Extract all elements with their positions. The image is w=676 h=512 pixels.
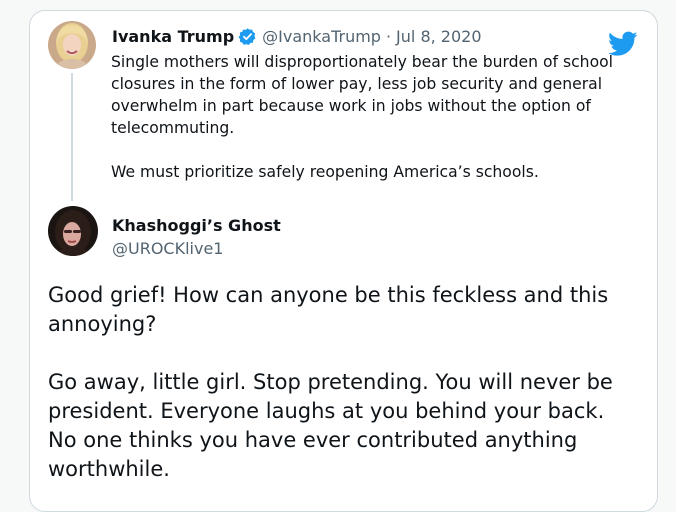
quoted-paragraph-1: Single mothers will disproportionately b… [111, 53, 613, 137]
quoted-tweet-text: Single mothers will disproportionately b… [111, 51, 631, 183]
reply-author-name-row: Khashoggi’s Ghost [112, 216, 281, 235]
reply-paragraph-1: Good grief! How can anyone be this feckl… [48, 283, 609, 336]
quoted-author-name[interactable]: Ivanka Trump [112, 27, 234, 46]
quoted-author-avatar[interactable] [48, 21, 96, 69]
quoted-author-handle[interactable]: @IvankaTrump [262, 27, 381, 46]
quoted-author-row: Ivanka Trump @IvankaTrump · Jul 8, 2020 [112, 27, 482, 46]
reply-author-avatar[interactable] [48, 206, 98, 256]
quoted-paragraph-2: We must prioritize safely reopening Amer… [111, 163, 539, 181]
reply-tweet-text: Good grief! How can anyone be this feckl… [48, 281, 638, 484]
reply-author-name[interactable]: Khashoggi’s Ghost [112, 216, 281, 235]
quoted-tweet-date[interactable]: Jul 8, 2020 [396, 27, 481, 46]
tweet-card[interactable]: Ivanka Trump @IvankaTrump · Jul 8, 2020 … [29, 10, 658, 512]
reply-paragraph-2: Go away, little girl. Stop pretending. Y… [48, 370, 613, 481]
verified-badge-icon [238, 27, 257, 46]
reply-author-handle[interactable]: @UROCKlive1 [112, 239, 223, 258]
reply-author-handle-row: @UROCKlive1 [112, 239, 223, 258]
thread-connector-line [71, 73, 73, 201]
separator-dot: · [385, 27, 392, 46]
